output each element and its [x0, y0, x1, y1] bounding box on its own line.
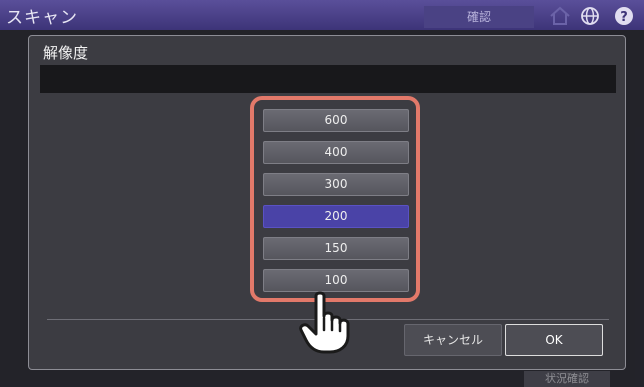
resolution-option-400[interactable]: 400 [263, 141, 409, 164]
svg-text:?: ? [620, 10, 628, 25]
cancel-button[interactable]: キャンセル [404, 324, 502, 356]
resolution-option-150[interactable]: 150 [263, 237, 409, 260]
app-header: スキャン 確認 ? [0, 0, 644, 30]
globe-icon[interactable] [578, 6, 602, 26]
ok-button[interactable]: OK [505, 324, 603, 356]
resolution-option-100[interactable]: 100 [263, 269, 409, 292]
confirm-tab[interactable]: 確認 [424, 6, 534, 28]
hand-cursor-icon [299, 291, 350, 354]
app-title: スキャン [6, 8, 78, 28]
resolution-option-200[interactable]: 200 [263, 205, 409, 228]
dialog-header-bar [40, 65, 616, 93]
home-icon[interactable] [548, 6, 572, 26]
help-icon[interactable]: ? [612, 6, 636, 26]
resolution-option-600[interactable]: 600 [263, 109, 409, 132]
resolution-options: 600 400 300 200 150 100 [250, 96, 420, 302]
resolution-option-300[interactable]: 300 [263, 173, 409, 196]
dialog-title: 解像度 [43, 44, 89, 62]
